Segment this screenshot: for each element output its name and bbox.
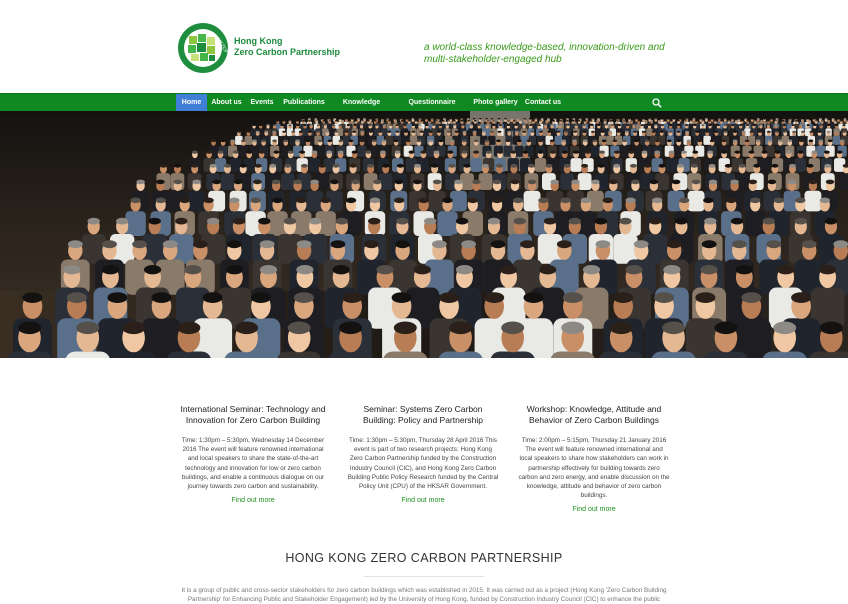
search-icon[interactable] — [652, 98, 662, 108]
logo-line-1: Hong Kong — [234, 36, 283, 46]
hero-banner-image — [0, 111, 848, 358]
event-card-1: International Seminar: Technology and In… — [177, 404, 329, 504]
nav-item-publications[interactable]: Publications — [281, 94, 327, 112]
main-navigation: Home About us Events Publications Knowle… — [0, 93, 848, 124]
section-divider — [364, 576, 484, 577]
find-out-more-link[interactable]: Find out more — [518, 506, 670, 513]
nav-item-knowledge-centre[interactable]: Knowledge Centre — [331, 94, 392, 124]
hkzcp-logo-icon[interactable]: HKZCP — [177, 22, 229, 74]
nav-item-about-us[interactable]: About us — [209, 94, 244, 112]
event-card-body: Time: 1:30pm – 5:30pm, Thursday 28 April… — [347, 437, 499, 491]
site-tagline: a world-class knowledge-based, innovatio… — [424, 42, 665, 65]
about-section-text: It is a group of public and cross-sector… — [181, 587, 667, 603]
logo-text[interactable]: Hong Kong Zero Carbon Partnership — [234, 36, 340, 58]
event-card-2: Seminar: Systems Zero Carbon Building: P… — [347, 404, 499, 504]
nav-item-photo-gallery[interactable]: Photo gallery — [472, 94, 519, 112]
nav-item-events[interactable]: Events — [248, 94, 276, 112]
event-card-body: Time: 1:30pm – 5:30pm, Wednesday 14 Dece… — [181, 437, 325, 491]
nav-item-contact-us[interactable]: Contact us — [523, 94, 563, 112]
event-card-body: Time: 2:00pm – 5:15pm, Thursday 21 Janua… — [518, 437, 670, 500]
find-out-more-link[interactable]: Find out more — [347, 497, 499, 504]
hero-photo — [0, 111, 848, 358]
site-header: HKZCP Hong Kong Zero Carbon Partnership … — [0, 0, 848, 93]
logo-line-2: Zero Carbon Partnership — [234, 47, 341, 57]
nav-item-questionnaire-survey[interactable]: Questionnaire Survey — [396, 94, 468, 124]
about-section-title: HONG KONG ZERO CARBON PARTNERSHIP — [285, 551, 563, 565]
event-card-title[interactable]: International Seminar: Technology and In… — [177, 404, 329, 426]
find-out-more-link[interactable]: Find out more — [177, 497, 329, 504]
event-card-title[interactable]: Seminar: Systems Zero Carbon Building: P… — [347, 404, 499, 426]
event-card-title[interactable]: Workshop: Knowledge, Attitude and Behavi… — [518, 404, 670, 426]
nav-item-home[interactable]: Home — [176, 94, 207, 112]
event-card-3: Workshop: Knowledge, Attitude and Behavi… — [518, 404, 670, 513]
